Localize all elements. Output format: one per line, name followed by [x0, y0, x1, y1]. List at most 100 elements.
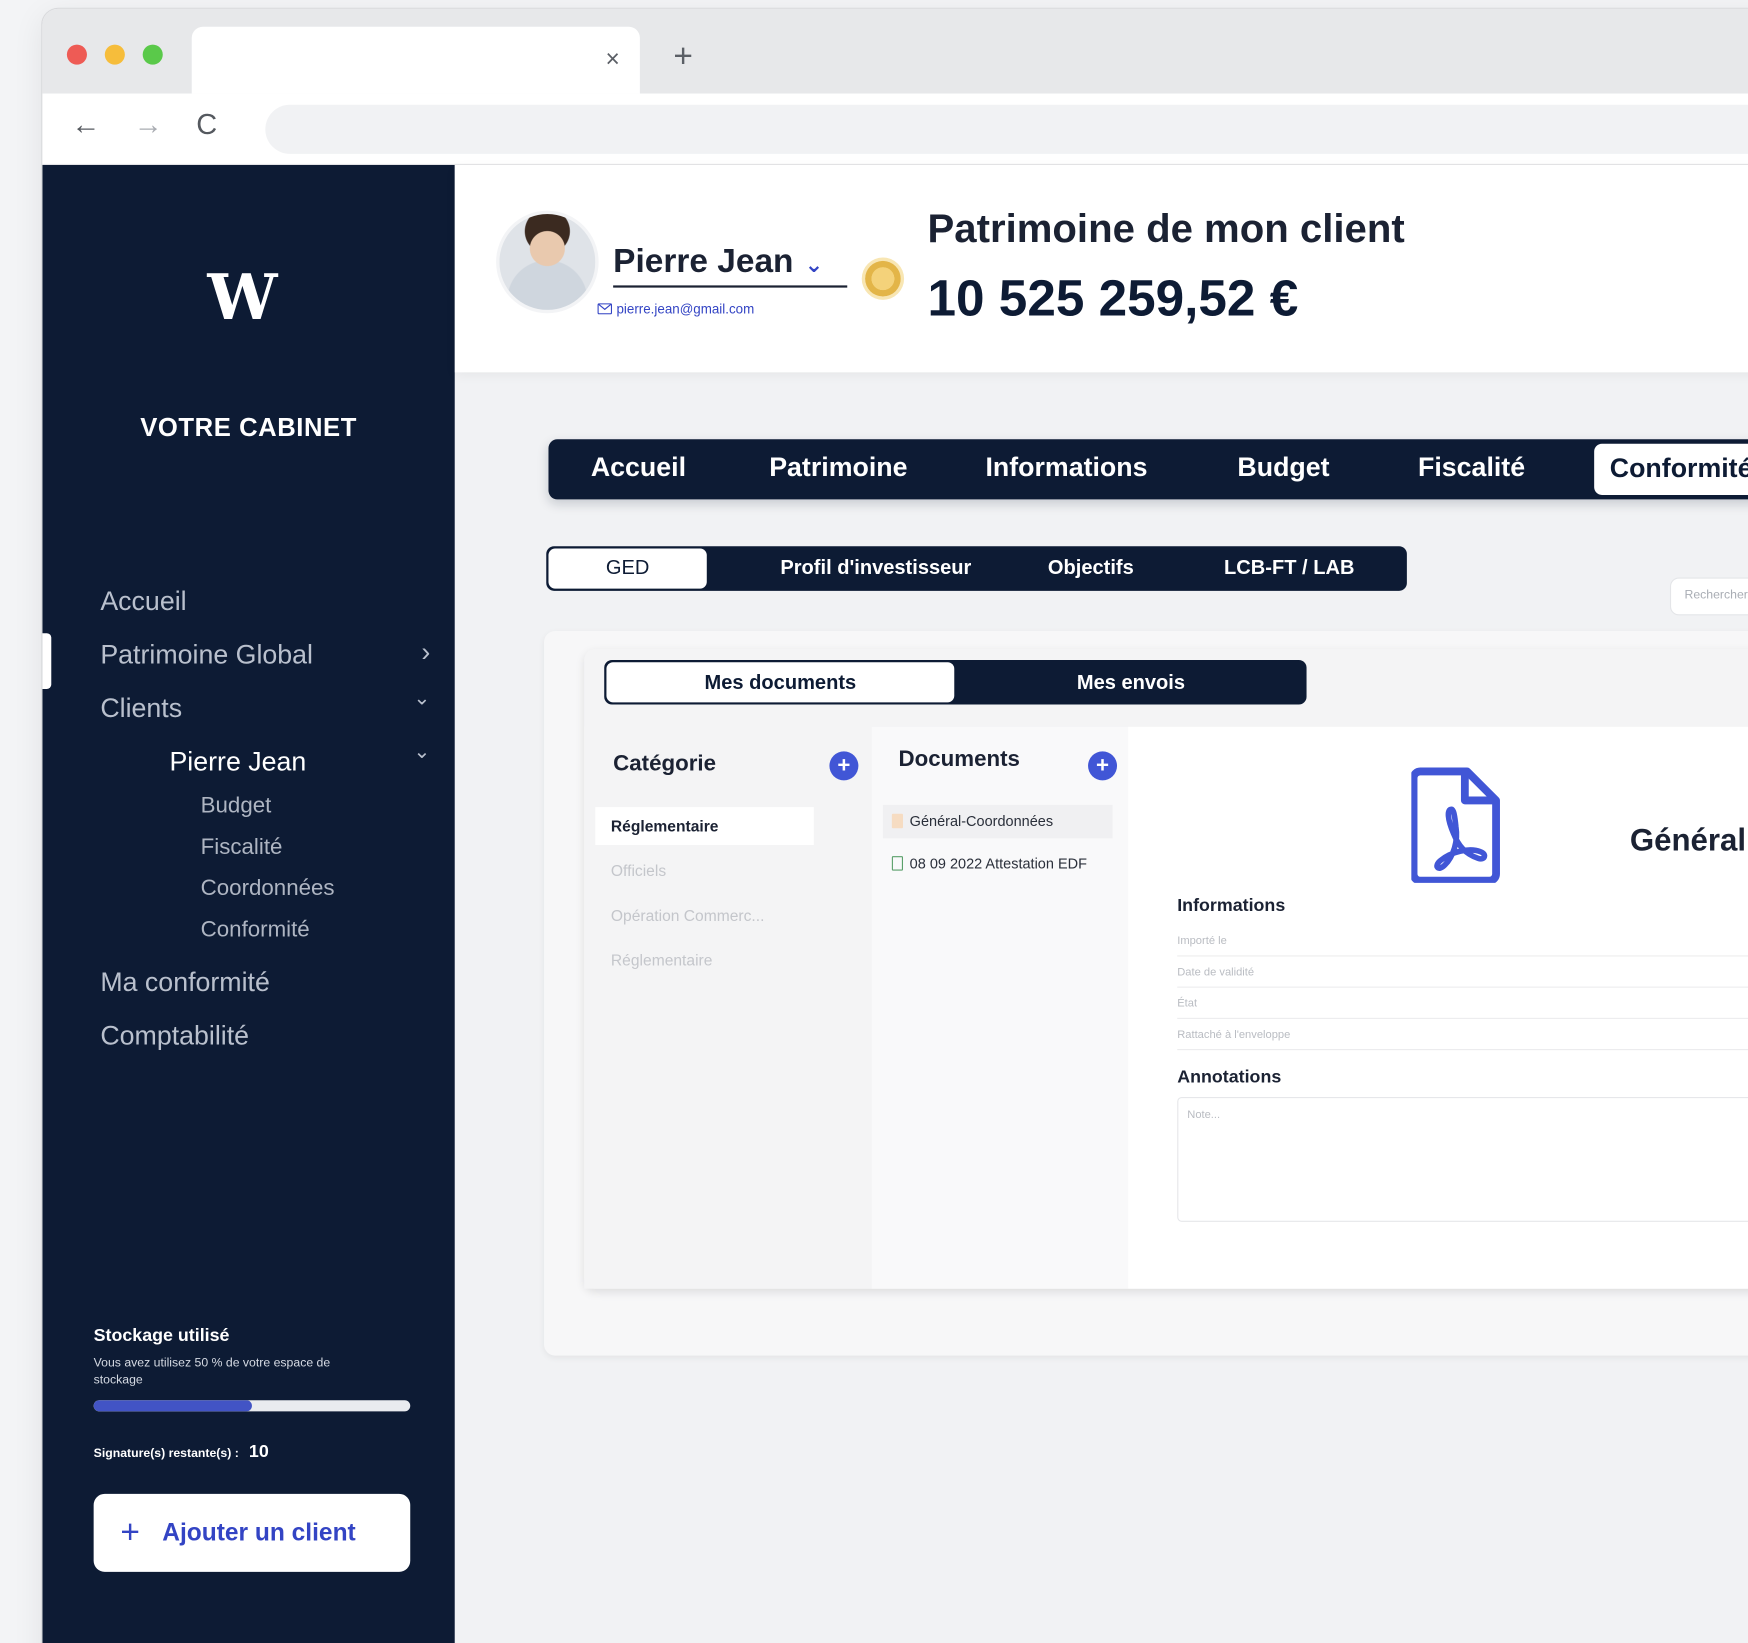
cabinet-title: VOTRE CABINET [140, 412, 357, 442]
browser-tab[interactable]: × [191, 26, 640, 94]
sidebar-item-label: Clients [100, 693, 183, 724]
chevron-down-icon: ⌄ [413, 740, 431, 763]
document-title: Général [1629, 822, 1747, 858]
signatures-remaining: Signature(s) restante(s) : 10 [94, 1443, 269, 1463]
tab-budget[interactable]: Budget [1237, 453, 1329, 484]
tab-objectifs[interactable]: Objectifs [1048, 556, 1134, 579]
sidebar-item-label: Accueil [100, 586, 187, 617]
info-field-validity-date[interactable]: Date de validité [1177, 956, 1748, 988]
sidebar-item-coordonnees[interactable]: Coordonnées [201, 876, 335, 902]
sidebar-item-ma-conformite[interactable]: Ma conformité [100, 968, 270, 999]
client-header: Pierre Jean ⌄ pierre.jean@gmail.com Patri… [454, 164, 1748, 373]
annotations-header: Annotations [1177, 1067, 1282, 1087]
tab-informations[interactable]: Informations [985, 453, 1147, 484]
sidebar: W VOTRE CABINET Accueil Patrimoine Globa… [42, 164, 455, 1643]
tab-profil-investisseur[interactable]: Profil d'investisseur [780, 556, 971, 579]
tab-conformite[interactable]: Conformité [1594, 443, 1748, 495]
tab-ged[interactable]: GED [548, 548, 707, 589]
document-item-label: Général-Coordonnées [909, 812, 1054, 830]
file-icon [891, 856, 903, 871]
search-input[interactable]: Rechercher [1669, 577, 1748, 616]
logo: W [207, 260, 277, 335]
add-document-button[interactable]: + [1088, 751, 1118, 781]
maximize-window-button[interactable] [142, 44, 163, 65]
signatures-label: Signature(s) restante(s) : [93, 1447, 239, 1461]
documents-header: Documents [898, 746, 1020, 772]
document-item[interactable]: Général-Coordonnées [882, 804, 1113, 839]
tab-patrimoine[interactable]: Patrimoine [769, 453, 907, 484]
sidebar-item-accueil[interactable]: Accueil [100, 586, 446, 617]
sidebar-item-pierre-jean[interactable]: Pierre Jean ⌄ [169, 740, 445, 778]
folder-icon [891, 813, 903, 829]
sidebar-item-conformite[interactable]: Conformité [201, 917, 310, 943]
add-client-button[interactable]: + Ajouter un client [93, 1493, 411, 1572]
chevron-right-icon: › [421, 637, 431, 668]
plus-icon: + [120, 1513, 140, 1551]
address-bar[interactable] [265, 104, 1748, 154]
minimize-window-button[interactable] [104, 44, 125, 65]
client-email-text: pierre.jean@gmail.com [616, 300, 755, 317]
tab-close-icon[interactable]: × [605, 45, 619, 74]
new-tab-button[interactable]: + [673, 38, 693, 76]
back-arrow-icon[interactable]: ← [71, 107, 100, 142]
browser-navbar: ← → C [42, 93, 1748, 165]
sidebar-active-indicator [42, 633, 52, 689]
category-column: Catégorie + Réglementaire Officiels Opér… [584, 726, 872, 1289]
forward-arrow-icon[interactable]: → [134, 107, 163, 142]
category-item[interactable]: Réglementaire [595, 807, 814, 846]
tab-mes-envois[interactable]: Mes envois [955, 660, 1306, 705]
browser-window: × + ← → C W VOTRE CABINET Accueil Patrim… [42, 8, 1748, 1643]
tab-accueil[interactable]: Accueil [591, 453, 686, 484]
category-header: Catégorie [613, 751, 716, 776]
annotations-textarea[interactable]: Note... [1177, 1096, 1748, 1222]
tab-mes-documents[interactable]: Mes documents [606, 662, 955, 703]
client-email[interactable]: pierre.jean@gmail.com [597, 300, 755, 317]
info-field-envelope[interactable]: Rattaché à l'enveloppe [1177, 1019, 1748, 1051]
reload-icon[interactable]: C [196, 107, 217, 142]
sidebar-item-label: Pierre Jean [169, 746, 307, 778]
sidebar-item-clients[interactable]: Clients ⌄ [100, 687, 446, 724]
info-field-import-date[interactable]: Importé le [1177, 925, 1748, 957]
client-name: Pierre Jean [613, 243, 794, 280]
storage-text: Vous avez utilisez 50 % de votre espace … [93, 1356, 331, 1387]
add-client-label: Ajouter un client [162, 1518, 356, 1547]
avatar[interactable] [499, 214, 596, 310]
storage-progress-bar [93, 1400, 411, 1412]
client-selector[interactable]: Pierre Jean ⌄ [613, 243, 823, 281]
client-name-underline [613, 285, 848, 288]
tab-lcb-ft-lab[interactable]: LCB-FT / LAB [1224, 556, 1354, 579]
informations-header: Informations [1177, 896, 1286, 916]
category-item[interactable]: Officiels [595, 852, 814, 890]
sidebar-item-fiscalite[interactable]: Fiscalité [201, 835, 283, 861]
chevron-down-icon: ⌄ [413, 686, 431, 710]
category-item[interactable]: Opération Commerc... [595, 896, 814, 934]
main-area: Pierre Jean ⌄ pierre.jean@gmail.com Patri… [454, 164, 1748, 1643]
documents-column: Documents + Général-Coordonnées 08 09 20… [871, 726, 1129, 1289]
mail-icon [597, 303, 613, 315]
medal-icon [865, 260, 901, 297]
signatures-value: 10 [248, 1442, 269, 1462]
sidebar-item-budget[interactable]: Budget [201, 794, 272, 820]
tab-fiscalite[interactable]: Fiscalité [1418, 453, 1525, 484]
document-item-label: 08 09 2022 Attestation EDF [909, 855, 1087, 872]
documents-panel: Mes documents Mes envois Catégorie + Rég… [584, 648, 1748, 1289]
storage-progress-fill [93, 1400, 252, 1412]
storage-title: Stockage utilisé [93, 1326, 230, 1346]
document-item[interactable]: 08 09 2022 Attestation EDF [883, 847, 1113, 880]
sidebar-item-label: Patrimoine Global [100, 639, 313, 670]
sub-tabs: GED Profil d'investisseur Objectifs LCB-… [546, 546, 1407, 591]
close-window-button[interactable] [66, 44, 87, 65]
pdf-file-icon [1411, 767, 1500, 883]
category-item[interactable]: Réglementaire [595, 941, 814, 979]
add-category-button[interactable]: + [829, 751, 859, 781]
document-detail: Général Informations Importé le Date de … [1128, 726, 1748, 1289]
chevron-down-icon: ⌄ [804, 253, 824, 278]
browser-tabstrip: × + [42, 8, 1748, 94]
patrimoine-value: 10 525 259,52 € [927, 268, 1299, 327]
sidebar-item-comptabilite[interactable]: Comptabilité [100, 1021, 249, 1052]
info-field-state[interactable]: État [1177, 988, 1748, 1019]
document-tabs: Mes documents Mes envois [604, 659, 1307, 705]
main-tabs: Accueil Patrimoine Informations Budget F… [548, 439, 1748, 500]
sidebar-item-patrimoine-global[interactable]: Patrimoine Global › [100, 637, 446, 671]
patrimoine-label: Patrimoine de mon client [927, 205, 1405, 251]
